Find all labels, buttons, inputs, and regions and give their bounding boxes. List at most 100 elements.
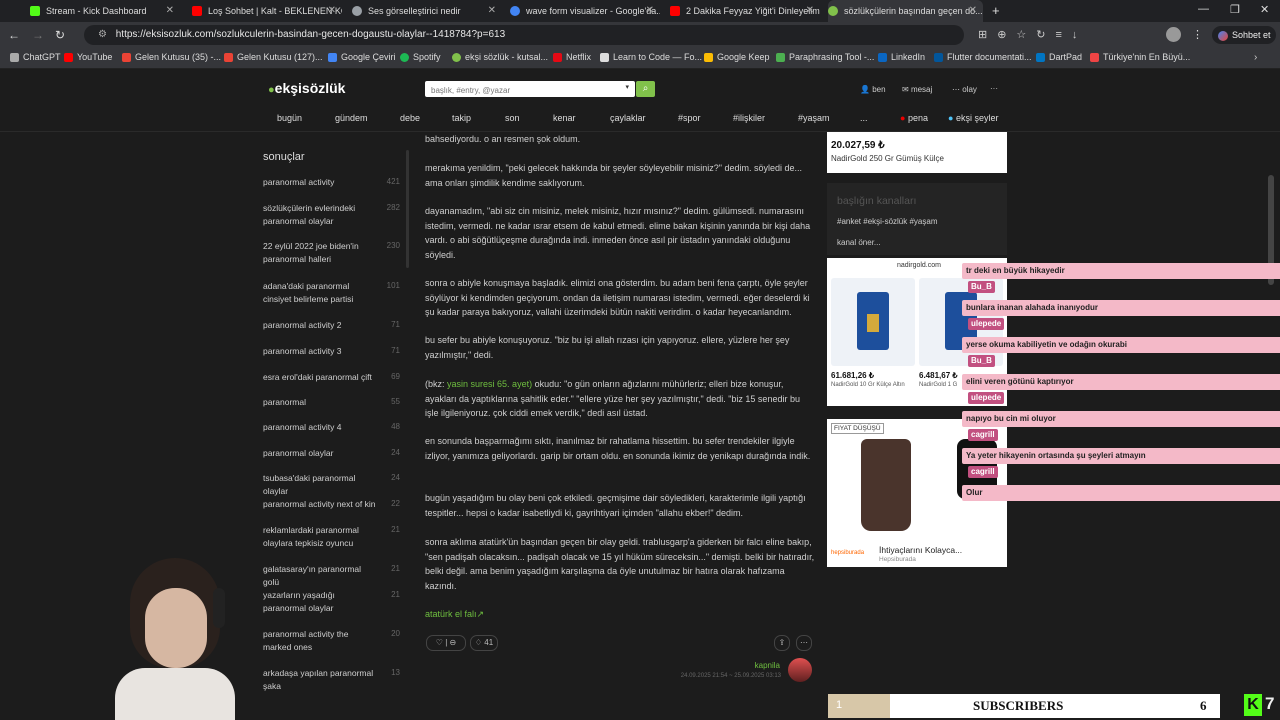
nav-bugun[interactable]: bugün xyxy=(277,113,302,123)
dropdown-icon[interactable]: ▾ xyxy=(625,83,629,91)
ad-top[interactable]: 20.027,59 ₺ NadirGold 250 Gr Gümüş Külçe xyxy=(827,132,1007,173)
sidebar-item[interactable]: sözlükçülerin evlerindeki paranormal ola… xyxy=(263,202,378,228)
close-icon[interactable]: ✕ xyxy=(488,5,496,16)
entry-date[interactable]: 24.09.2025 21:54 ~ 25.09.2025 03:13 xyxy=(640,673,781,679)
upvote-icon[interactable]: ♡ xyxy=(436,638,443,647)
nav-takip[interactable]: takip xyxy=(452,113,471,123)
sidebar-item[interactable]: arkadaşa yapılan paranormal şaka xyxy=(263,667,378,693)
sidebar-item[interactable]: adana'daki paranormal cinsiyet belirleme… xyxy=(263,280,378,306)
nav-spor[interactable]: #spor xyxy=(678,113,701,123)
nav-eksi-seyler[interactable]: ● ekşi şeyler xyxy=(948,113,998,123)
sidebar-item[interactable]: paranormal activity 3 xyxy=(263,345,378,358)
sidebar-item[interactable]: paranormal olaylar xyxy=(263,447,378,460)
close-icon[interactable]: ✕ xyxy=(646,5,654,16)
dartpad-icon xyxy=(1036,52,1045,62)
close-icon[interactable]: ✕ xyxy=(806,5,814,16)
sidebar-item[interactable]: paranormal activity xyxy=(263,176,378,189)
sidebar-item[interactable]: paranormal activity the marked ones xyxy=(263,628,378,654)
bookmark-eksi[interactable]: ekşi sözlük - kutsal... xyxy=(452,52,548,62)
sidebar-item[interactable]: 22 eylül 2022 joe biden'in paranormal ha… xyxy=(263,240,378,266)
tab-kick-dashboard[interactable]: Stream - Kick Dashboard ✕ xyxy=(30,0,180,22)
atlink-atatürk[interactable]: atatürk el falı↗ xyxy=(425,607,815,622)
channels-list[interactable]: #anket #ekşi-sözlük #yaşam xyxy=(837,217,938,226)
site-logo[interactable]: ●ekşisözlük xyxy=(268,80,345,96)
nav-iliskiler[interactable]: #ilişkiler xyxy=(733,113,765,123)
close-window-button[interactable]: ✕ xyxy=(1260,3,1269,16)
menu-icon[interactable]: ⋮ xyxy=(1192,28,1203,41)
bookmark-freecodecamp[interactable]: Learn to Code — Fo... xyxy=(600,52,702,62)
user-link-olay[interactable]: ⋯ olay xyxy=(952,85,977,94)
forward-icon[interactable]: → xyxy=(32,28,44,42)
extension-icons[interactable]: ⊞⊕☆↻≡↓ xyxy=(978,28,1087,41)
chat-username: Bu_B xyxy=(968,281,995,293)
sidebar-item[interactable]: esra erol'daki paranormal çift xyxy=(263,371,378,384)
sidebar-item[interactable]: paranormal xyxy=(263,396,378,409)
author-avatar[interactable] xyxy=(788,658,812,682)
tab-ses[interactable]: Ses görselleştirici nedir ✕ xyxy=(352,0,502,22)
bookmark-paraphrasing[interactable]: Paraphrasing Tool -... xyxy=(776,52,874,62)
bookmark-youtube[interactable]: YouTube xyxy=(64,52,112,62)
nav-pena[interactable]: ● pena xyxy=(900,113,928,123)
sidebar-item[interactable]: paranormal activity 2 xyxy=(263,319,378,332)
share-icon[interactable]: ⇪ xyxy=(774,635,790,651)
nav-caylaklar[interactable]: çaylaklar xyxy=(610,113,646,123)
tab-feyyaz[interactable]: 2 Dakika Feyyaz Yiğit'i Dinleyelim ✕ xyxy=(670,0,820,22)
sidebar-scrollbar[interactable] xyxy=(406,150,409,268)
sohbet-button[interactable]: Sohbet et xyxy=(1212,26,1276,44)
back-icon[interactable]: ← xyxy=(8,28,20,42)
maximize-button[interactable]: ❐ xyxy=(1230,3,1240,16)
bookmark-linkedin[interactable]: LinkedIn xyxy=(878,52,925,62)
favorite-button[interactable]: ♢ 41 xyxy=(470,635,498,651)
new-tab-button[interactable]: + xyxy=(992,3,1000,18)
user-link-mesaj[interactable]: ✉ mesaj xyxy=(902,85,932,94)
entry-author[interactable]: kapnila xyxy=(740,661,780,670)
bookmark-gmail-1[interactable]: Gelen Kutusu (35) -... xyxy=(122,52,221,62)
close-icon[interactable]: ✕ xyxy=(166,5,174,16)
sidebar-item[interactable]: yazarların yaşadığı paranormal olaylar xyxy=(263,589,378,615)
bookmark-netflix[interactable]: Netflix xyxy=(553,52,591,62)
reload-icon[interactable]: ↻ xyxy=(55,28,65,42)
tab-google[interactable]: wave form visualizer - Google'da... ✕ xyxy=(510,0,660,22)
nav-yasam[interactable]: #yaşam xyxy=(798,113,830,123)
minimize-button[interactable]: — xyxy=(1198,3,1209,15)
bookmark-flutter[interactable]: Flutter documentati... xyxy=(934,52,1032,62)
user-link-ben[interactable]: 👤 ben xyxy=(860,85,886,94)
site-info-icon[interactable]: ⚙ xyxy=(98,29,107,40)
tab-eksisozluk[interactable]: sözlükçülerin başından geçen do... ✕ xyxy=(828,0,983,22)
sidebar-item-count: 21 xyxy=(391,564,400,573)
bookmark-keep[interactable]: Google Keep xyxy=(704,52,770,62)
nav-gundem[interactable]: gündem xyxy=(335,113,368,123)
nav-more[interactable]: ... xyxy=(860,113,868,123)
vote-buttons[interactable]: ♡ | ⊖ xyxy=(426,635,466,651)
nav-debe[interactable]: debe xyxy=(400,113,420,123)
profile-avatar[interactable] xyxy=(1166,27,1181,42)
tab-youtube[interactable]: Loş Sohbet | Kalt - BEKLENEN KO... ✕ xyxy=(192,0,342,22)
more-menu[interactable]: ··· xyxy=(990,84,998,93)
nav-kenar[interactable]: kenar xyxy=(553,113,576,123)
suggest-channel-link[interactable]: kanal öner... xyxy=(837,238,881,247)
sidebar-item[interactable]: paranormal activity 4 xyxy=(263,421,378,434)
flutter-icon xyxy=(934,52,943,62)
linkedin-icon xyxy=(878,52,887,62)
sidebar-item[interactable]: paranormal activity next of kin xyxy=(263,498,378,511)
downvote-icon[interactable]: ⊖ xyxy=(450,638,457,647)
bookmark-spotify[interactable]: Spotify xyxy=(400,52,441,62)
bookmark-gmail-2[interactable]: Gelen Kutusu (127)... xyxy=(224,52,323,62)
sidebar-item[interactable]: galatasaray'ın paranormal golü xyxy=(263,563,378,589)
nav-son[interactable]: son xyxy=(505,113,520,123)
entry-more-icon[interactable]: ⋯ xyxy=(796,635,812,651)
bookmark-chatgpt[interactable]: ChatGPT xyxy=(10,52,61,62)
sidebar-item[interactable]: tsubasa'daki paranormal olaylar xyxy=(263,472,378,498)
bookmark-translate[interactable]: Google Çeviri xyxy=(328,52,396,62)
search-box: ▾ xyxy=(425,81,635,98)
search-button[interactable]: ⌕ xyxy=(636,81,655,97)
bookmark-dartpad[interactable]: DartPad xyxy=(1036,52,1082,62)
close-icon[interactable]: ✕ xyxy=(969,5,977,16)
bookmarks-more-icon[interactable]: › xyxy=(1254,52,1257,63)
search-input[interactable] xyxy=(429,82,613,98)
sidebar-item[interactable]: reklamlardaki paranormal olaylara tepkis… xyxy=(263,524,378,550)
address-bar[interactable]: ⚙ https://eksisozluk.com/sozlukculerin-b… xyxy=(84,25,964,45)
bkz-link[interactable]: yasin suresi 65. ayet) xyxy=(447,379,532,389)
close-icon[interactable]: ✕ xyxy=(328,5,336,16)
bookmark-turkiye[interactable]: Türkiye'nin En Büyü... xyxy=(1090,52,1190,62)
